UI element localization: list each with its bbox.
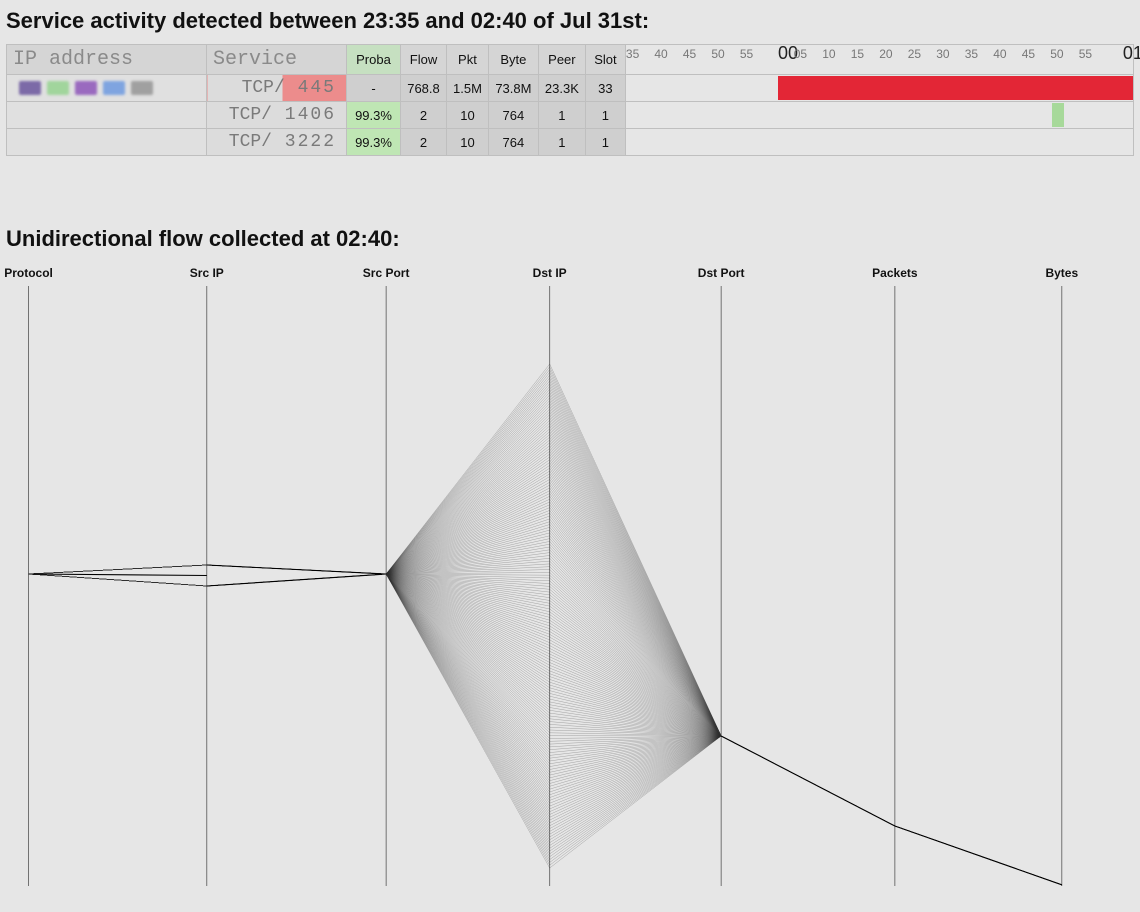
peer-cell: 1 bbox=[538, 129, 585, 156]
column-slot[interactable]: Slot bbox=[585, 45, 625, 75]
timeline-tick: 30 bbox=[936, 47, 949, 61]
flow-chart: Protocol Src IP Src Port Dst IP Dst Port Pack… bbox=[6, 266, 1134, 886]
column-service[interactable]: Service bbox=[207, 45, 347, 75]
timeline-tick: 35 bbox=[965, 47, 978, 61]
column-peer[interactable]: Peer bbox=[538, 45, 585, 75]
table-row[interactable]: TCP/ 322299.3%21076411 bbox=[7, 129, 1134, 156]
pkt-cell: 10 bbox=[447, 102, 489, 129]
page-title: Service activity detected between 23:35 … bbox=[6, 8, 1134, 34]
service-cell: TCP/ 445 bbox=[207, 75, 347, 102]
table-row[interactable]: TCP/ 445-768.81.5M73.8M23.3K33 bbox=[7, 75, 1134, 102]
byte-cell: 73.8M bbox=[488, 75, 538, 102]
timeline-cell bbox=[625, 102, 1133, 129]
axis-label: Src IP bbox=[190, 266, 224, 280]
timeline-tick: 55 bbox=[740, 47, 753, 61]
ip-cell bbox=[7, 129, 207, 156]
slot-cell: 1 bbox=[585, 129, 625, 156]
timeline-tick: 55 bbox=[1079, 47, 1092, 61]
timeline-tick: 45 bbox=[683, 47, 696, 61]
axis-label: Dst Port bbox=[698, 266, 745, 280]
peer-cell: 1 bbox=[538, 102, 585, 129]
table-row[interactable]: TCP/ 140699.3%21076411 bbox=[7, 102, 1134, 129]
timeline-bar bbox=[778, 76, 1133, 100]
timeline-tick: 15 bbox=[851, 47, 864, 61]
ip-cell bbox=[7, 102, 207, 129]
peer-cell: 23.3K bbox=[538, 75, 585, 102]
proba-cell: - bbox=[347, 75, 401, 102]
timeline-tick: 05 bbox=[794, 47, 807, 61]
timeline-tick: 45 bbox=[1022, 47, 1035, 61]
timeline-tick: 25 bbox=[908, 47, 921, 61]
timeline-cell bbox=[625, 75, 1133, 102]
column-pkt[interactable]: Pkt bbox=[447, 45, 489, 75]
timeline-cell bbox=[625, 129, 1133, 156]
flow-cell: 2 bbox=[401, 129, 447, 156]
proba-cell: 99.3% bbox=[347, 129, 401, 156]
axis-label: Src Port bbox=[363, 266, 410, 280]
axis-label: Packets bbox=[872, 266, 917, 280]
timeline-tick: 35 bbox=[626, 47, 639, 61]
timeline-tick: 10 bbox=[822, 47, 835, 61]
service-cell: TCP/ 3222 bbox=[207, 129, 347, 156]
timeline-bar bbox=[1052, 103, 1064, 127]
flow-cell: 2 bbox=[401, 102, 447, 129]
service-cell: TCP/ 1406 bbox=[207, 102, 347, 129]
pkt-cell: 1.5M bbox=[447, 75, 489, 102]
activity-table: IP address Service Proba Flow Pkt Byte P… bbox=[6, 44, 1134, 156]
flow-title: Unidirectional flow collected at 02:40: bbox=[6, 226, 1134, 252]
timeline-tick: 20 bbox=[879, 47, 892, 61]
byte-cell: 764 bbox=[488, 129, 538, 156]
flow-cell: 768.8 bbox=[401, 75, 447, 102]
timeline-tick: 01 bbox=[1123, 43, 1140, 64]
ip-cell bbox=[7, 75, 207, 102]
byte-cell: 764 bbox=[488, 102, 538, 129]
timeline-header: 354045505500051015202530354045505501 bbox=[625, 45, 1133, 75]
slot-cell: 33 bbox=[585, 75, 625, 102]
timeline-tick: 40 bbox=[993, 47, 1006, 61]
column-flow[interactable]: Flow bbox=[401, 45, 447, 75]
timeline-tick: 50 bbox=[711, 47, 724, 61]
column-byte[interactable]: Byte bbox=[488, 45, 538, 75]
proba-cell: 99.3% bbox=[347, 102, 401, 129]
column-proba[interactable]: Proba bbox=[347, 45, 401, 75]
timeline-tick: 40 bbox=[654, 47, 667, 61]
axis-label: Protocol bbox=[4, 266, 53, 280]
pkt-cell: 10 bbox=[447, 129, 489, 156]
axis-label: Bytes bbox=[1045, 266, 1078, 280]
slot-cell: 1 bbox=[585, 102, 625, 129]
timeline-tick: 50 bbox=[1050, 47, 1063, 61]
axis-label: Dst IP bbox=[533, 266, 567, 280]
column-ip[interactable]: IP address bbox=[7, 45, 207, 75]
